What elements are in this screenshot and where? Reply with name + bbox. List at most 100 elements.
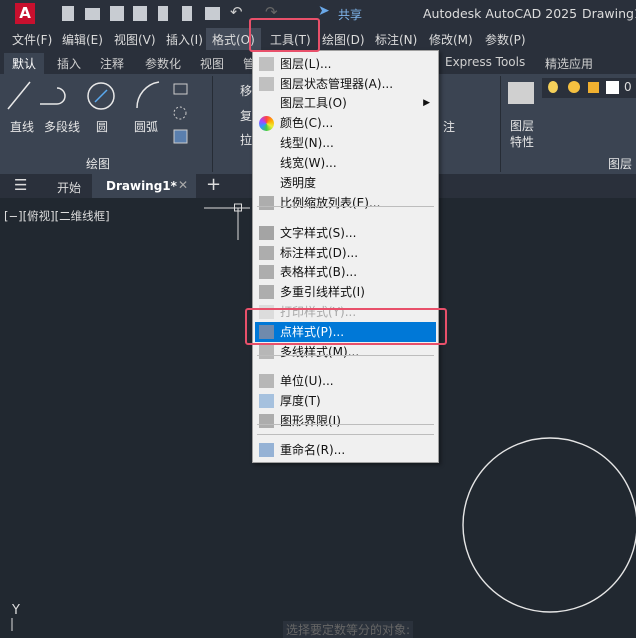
menu-item-label: 重命名(R)... (280, 443, 346, 457)
menu-draw[interactable]: 绘图(D) (322, 31, 365, 48)
menu-item-label: 颜色(C)... (280, 116, 334, 130)
tool-move[interactable]: 移 (240, 82, 252, 99)
tab-default[interactable]: 默认 (4, 53, 45, 74)
plot-icon[interactable] (205, 7, 220, 20)
tab-view[interactable]: 视图 (200, 55, 224, 72)
table-style-icon (259, 265, 274, 279)
bulb-icon[interactable] (548, 81, 558, 93)
tab-featured-apps[interactable]: 精选应用 (545, 55, 593, 72)
layer-properties-icon[interactable] (508, 82, 534, 104)
menu-item-label: 厚度(T) (280, 394, 321, 408)
share-icon[interactable]: ➤ (318, 3, 330, 19)
tool-stretch[interactable]: 拉 (240, 131, 252, 148)
menu-dimension[interactable]: 标注(N) (375, 31, 417, 48)
drawing-tab-label: Drawing1* (106, 179, 177, 193)
sun-icon[interactable] (568, 81, 580, 93)
app-title: Autodesk AutoCAD 2025 (423, 6, 578, 21)
share-button[interactable]: 共享 (338, 6, 362, 23)
text-style-icon (259, 226, 274, 240)
menu-view[interactable]: 视图(V) (114, 31, 156, 48)
menu-file[interactable]: 文件(F) (12, 31, 52, 48)
tool-polyline[interactable]: 多段线 (44, 118, 80, 135)
menu-separator (257, 355, 434, 356)
mline-style-icon (259, 345, 274, 359)
menu-modify[interactable]: 修改(M) (429, 31, 473, 48)
tab-annotate[interactable]: 注释 (100, 55, 124, 72)
annotation-box-point-style (245, 308, 447, 345)
menu-item-text-style[interactable]: 文字样式(S)... (255, 223, 436, 243)
menu-item-label: 线型(N)... (280, 136, 334, 150)
tab-express-tools[interactable]: Express Tools (445, 55, 525, 69)
menu-item-layer-state[interactable]: 图层状态管理器(A)... (255, 74, 436, 94)
menu-separator (257, 434, 434, 435)
menu-item-table-style[interactable]: 表格样式(B)... (255, 262, 436, 282)
layer-properties-label-2[interactable]: 特性 (510, 133, 534, 150)
tab-parametric[interactable]: 参数化 (145, 55, 181, 72)
color-wheel-icon (259, 116, 274, 131)
format-menu-dropdown: 图层(L)... 图层状态管理器(A)... 图层工具(O) ▶ 颜色(C)... 线型(… (252, 50, 439, 463)
menu-item-label: 多线样式(M)... (280, 345, 360, 359)
unlock-icon[interactable] (588, 82, 599, 93)
menu-item-mleader-style[interactable]: 多重引线样式(I) (255, 282, 436, 302)
new-tab-plus-icon[interactable]: + (206, 174, 221, 195)
menu-item-rename[interactable]: 重命名(R)... (255, 440, 436, 460)
autocad-logo[interactable]: A (15, 3, 35, 24)
menu-item-units[interactable]: 单位(U)... (255, 371, 436, 391)
layer-properties-label[interactable]: 图层 (510, 117, 534, 134)
menu-parametric[interactable]: 参数(P) (485, 31, 526, 48)
tool-annotate[interactable]: 注 (443, 118, 455, 135)
tab-insert[interactable]: 插入 (57, 55, 81, 72)
layer-dropdown[interactable]: 0 (542, 78, 636, 98)
menu-item-label: 图层工具(O) (280, 96, 347, 110)
menu-item-item-4[interactable]: 线型(N)... (255, 133, 436, 153)
new-icon[interactable] (62, 6, 74, 21)
menu-item-layer[interactable]: 图层(L)... (255, 54, 436, 74)
panel-divider (212, 76, 213, 172)
menu-item-scale-list[interactable]: 比例缩放列表(E)... (255, 193, 436, 213)
save-as-icon[interactable] (133, 6, 147, 21)
menu-item-label: 表格样式(B)... (280, 265, 358, 279)
menu-separator (257, 424, 434, 425)
open-icon[interactable] (85, 8, 100, 20)
menu-item-label: 图层状态管理器(A)... (280, 77, 394, 91)
menu-item-item-6[interactable]: 透明度 (255, 173, 436, 193)
menu-item-limits[interactable]: 图形界限(I) (255, 411, 436, 431)
save-icon[interactable] (110, 6, 124, 21)
color-swatch (606, 81, 619, 94)
close-icon[interactable]: ✕ (178, 178, 188, 192)
tool-line[interactable]: 直线 (10, 118, 34, 135)
tool-copy[interactable]: 复 (240, 107, 252, 124)
menu-separator (257, 206, 434, 207)
thickness-icon (259, 394, 274, 408)
tab-drawing1[interactable]: Drawing1* ✕ (92, 174, 196, 198)
open-web-icon[interactable] (158, 6, 168, 21)
undo-icon[interactable]: ↶ (230, 3, 243, 21)
menu-item-item-5[interactable]: 线宽(W)... (255, 153, 436, 173)
menu-item-label: 多重引线样式(I) (280, 285, 365, 299)
menu-item-label: 透明度 (280, 176, 317, 190)
layer-panel-label[interactable]: 图层 (608, 155, 632, 172)
menu-item-item-2[interactable]: 图层工具(O) ▶ (255, 93, 436, 113)
save-web-icon[interactable] (182, 6, 192, 21)
menu-item-mline-style[interactable]: 多线样式(M)... (255, 342, 436, 362)
draw-panel-label[interactable]: 绘图 (86, 155, 110, 172)
menu-item-label: 图层(L)... (280, 57, 332, 71)
menu-edit[interactable]: 编辑(E) (62, 31, 103, 48)
doc-title: Drawing1 (582, 6, 636, 21)
layer-icon (259, 57, 274, 71)
menu-item-label: 图形界限(I) (280, 414, 341, 428)
menu-item-label: 标注样式(D)... (280, 246, 359, 260)
menu-item-color-wheel[interactable]: 颜色(C)... (255, 113, 436, 133)
tool-circle[interactable]: 圆 (96, 118, 108, 135)
circle-entity (462, 437, 636, 613)
tab-start[interactable]: 开始 (57, 179, 81, 196)
hamburger-menu-icon[interactable]: ☰ (14, 176, 27, 194)
menu-item-thickness[interactable]: 厚度(T) (255, 391, 436, 411)
menu-item-label: 文字样式(S)... (280, 226, 357, 240)
tool-arc[interactable]: 圆弧 (134, 118, 158, 135)
menu-item-dim-style[interactable]: 标注样式(D)... (255, 243, 436, 263)
menu-insert[interactable]: 插入(I) (166, 31, 203, 48)
menu-item-label: 比例缩放列表(E)... (280, 196, 381, 210)
submenu-arrow-icon: ▶ (423, 98, 430, 108)
mleader-style-icon (259, 285, 274, 299)
